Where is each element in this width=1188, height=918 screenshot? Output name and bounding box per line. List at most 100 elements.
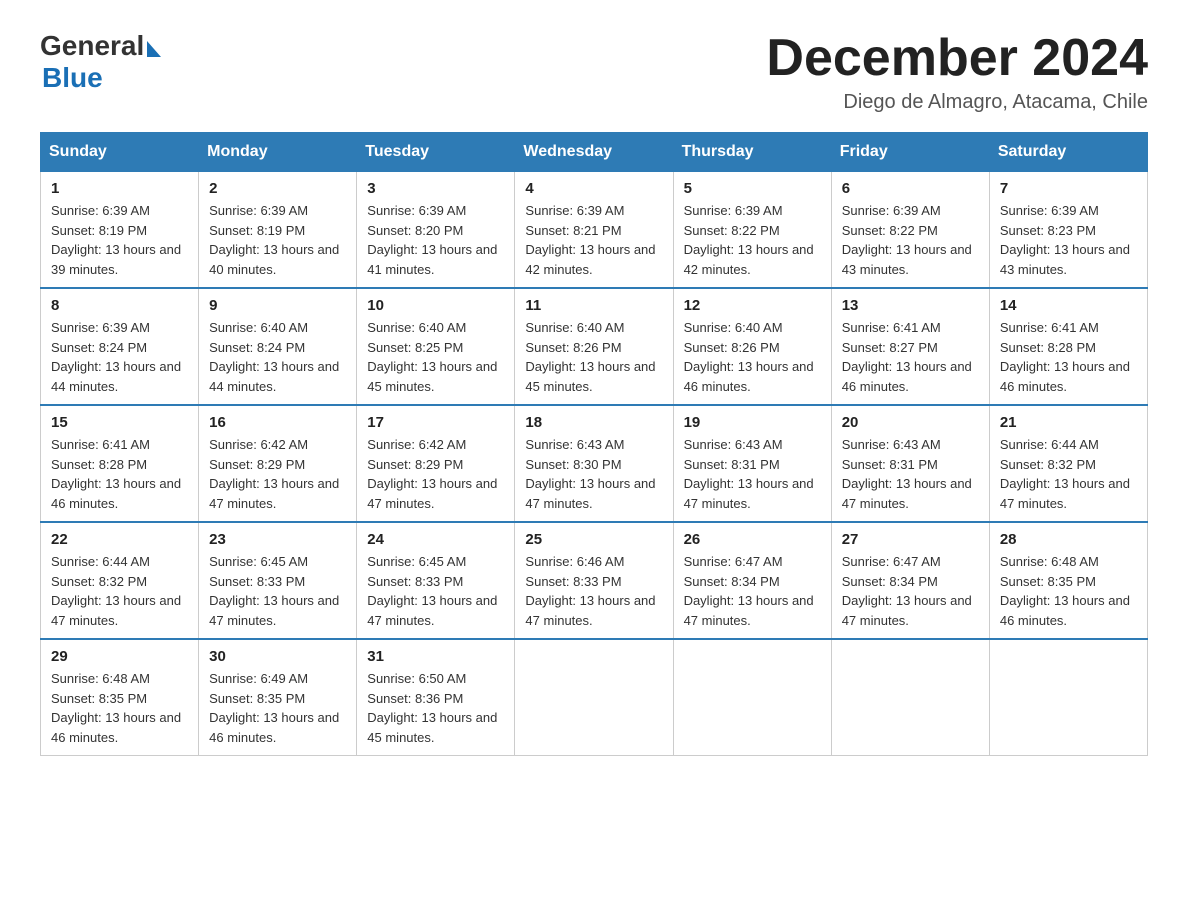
calendar-cell [673,639,831,756]
day-number: 18 [525,414,662,431]
col-header-friday: Friday [831,133,989,172]
calendar-cell: 9 Sunrise: 6:40 AMSunset: 8:24 PMDayligh… [199,288,357,405]
col-header-tuesday: Tuesday [357,133,515,172]
day-info: Sunrise: 6:39 AMSunset: 8:22 PMDaylight:… [684,203,814,277]
day-info: Sunrise: 6:46 AMSunset: 8:33 PMDaylight:… [525,554,655,628]
calendar-cell: 1 Sunrise: 6:39 AMSunset: 8:19 PMDayligh… [41,172,199,289]
day-number: 20 [842,414,979,431]
day-number: 7 [1000,180,1137,197]
col-header-monday: Monday [199,133,357,172]
day-number: 29 [51,648,188,665]
calendar-cell: 31 Sunrise: 6:50 AMSunset: 8:36 PMDaylig… [357,639,515,756]
day-info: Sunrise: 6:44 AMSunset: 8:32 PMDaylight:… [51,554,181,628]
day-number: 4 [525,180,662,197]
calendar-cell: 4 Sunrise: 6:39 AMSunset: 8:21 PMDayligh… [515,172,673,289]
day-info: Sunrise: 6:41 AMSunset: 8:28 PMDaylight:… [1000,320,1130,394]
calendar-cell: 25 Sunrise: 6:46 AMSunset: 8:33 PMDaylig… [515,522,673,639]
calendar-cell: 21 Sunrise: 6:44 AMSunset: 8:32 PMDaylig… [989,405,1147,522]
calendar-cell [831,639,989,756]
day-number: 27 [842,531,979,548]
day-number: 22 [51,531,188,548]
day-info: Sunrise: 6:39 AMSunset: 8:20 PMDaylight:… [367,203,497,277]
calendar-cell: 20 Sunrise: 6:43 AMSunset: 8:31 PMDaylig… [831,405,989,522]
day-number: 6 [842,180,979,197]
day-number: 21 [1000,414,1137,431]
col-header-sunday: Sunday [41,133,199,172]
calendar-cell: 27 Sunrise: 6:47 AMSunset: 8:34 PMDaylig… [831,522,989,639]
logo: General Blue [40,30,161,94]
day-number: 19 [684,414,821,431]
calendar-cell: 17 Sunrise: 6:42 AMSunset: 8:29 PMDaylig… [357,405,515,522]
calendar-week-5: 29 Sunrise: 6:48 AMSunset: 8:35 PMDaylig… [41,639,1148,756]
calendar-week-1: 1 Sunrise: 6:39 AMSunset: 8:19 PMDayligh… [41,172,1148,289]
col-header-saturday: Saturday [989,133,1147,172]
day-number: 3 [367,180,504,197]
day-info: Sunrise: 6:39 AMSunset: 8:24 PMDaylight:… [51,320,181,394]
day-number: 26 [684,531,821,548]
day-info: Sunrise: 6:39 AMSunset: 8:21 PMDaylight:… [525,203,655,277]
day-number: 1 [51,180,188,197]
day-number: 11 [525,297,662,314]
day-info: Sunrise: 6:40 AMSunset: 8:25 PMDaylight:… [367,320,497,394]
logo-arrow-icon [147,41,161,57]
logo-blue-text: Blue [42,62,103,94]
day-number: 8 [51,297,188,314]
calendar-cell: 13 Sunrise: 6:41 AMSunset: 8:27 PMDaylig… [831,288,989,405]
day-info: Sunrise: 6:42 AMSunset: 8:29 PMDaylight:… [367,437,497,511]
calendar-cell [989,639,1147,756]
calendar-table: SundayMondayTuesdayWednesdayThursdayFrid… [40,132,1148,756]
day-number: 13 [842,297,979,314]
calendar-cell: 14 Sunrise: 6:41 AMSunset: 8:28 PMDaylig… [989,288,1147,405]
day-number: 25 [525,531,662,548]
calendar-cell: 24 Sunrise: 6:45 AMSunset: 8:33 PMDaylig… [357,522,515,639]
calendar-cell: 28 Sunrise: 6:48 AMSunset: 8:35 PMDaylig… [989,522,1147,639]
day-number: 15 [51,414,188,431]
day-number: 14 [1000,297,1137,314]
col-header-thursday: Thursday [673,133,831,172]
calendar-cell: 18 Sunrise: 6:43 AMSunset: 8:30 PMDaylig… [515,405,673,522]
day-number: 9 [209,297,346,314]
calendar-week-4: 22 Sunrise: 6:44 AMSunset: 8:32 PMDaylig… [41,522,1148,639]
calendar-cell: 29 Sunrise: 6:48 AMSunset: 8:35 PMDaylig… [41,639,199,756]
day-info: Sunrise: 6:39 AMSunset: 8:22 PMDaylight:… [842,203,972,277]
calendar-cell: 26 Sunrise: 6:47 AMSunset: 8:34 PMDaylig… [673,522,831,639]
calendar-cell: 16 Sunrise: 6:42 AMSunset: 8:29 PMDaylig… [199,405,357,522]
calendar-week-2: 8 Sunrise: 6:39 AMSunset: 8:24 PMDayligh… [41,288,1148,405]
day-info: Sunrise: 6:48 AMSunset: 8:35 PMDaylight:… [1000,554,1130,628]
calendar-cell: 19 Sunrise: 6:43 AMSunset: 8:31 PMDaylig… [673,405,831,522]
day-number: 30 [209,648,346,665]
day-number: 10 [367,297,504,314]
day-info: Sunrise: 6:43 AMSunset: 8:31 PMDaylight:… [684,437,814,511]
calendar-cell: 23 Sunrise: 6:45 AMSunset: 8:33 PMDaylig… [199,522,357,639]
day-number: 24 [367,531,504,548]
day-info: Sunrise: 6:47 AMSunset: 8:34 PMDaylight:… [842,554,972,628]
calendar-cell: 2 Sunrise: 6:39 AMSunset: 8:19 PMDayligh… [199,172,357,289]
calendar-cell: 5 Sunrise: 6:39 AMSunset: 8:22 PMDayligh… [673,172,831,289]
calendar-cell: 10 Sunrise: 6:40 AMSunset: 8:25 PMDaylig… [357,288,515,405]
day-info: Sunrise: 6:49 AMSunset: 8:35 PMDaylight:… [209,671,339,745]
day-info: Sunrise: 6:39 AMSunset: 8:19 PMDaylight:… [51,203,181,277]
calendar-cell [515,639,673,756]
day-info: Sunrise: 6:40 AMSunset: 8:26 PMDaylight:… [684,320,814,394]
day-info: Sunrise: 6:44 AMSunset: 8:32 PMDaylight:… [1000,437,1130,511]
day-info: Sunrise: 6:45 AMSunset: 8:33 PMDaylight:… [367,554,497,628]
calendar-week-3: 15 Sunrise: 6:41 AMSunset: 8:28 PMDaylig… [41,405,1148,522]
day-number: 12 [684,297,821,314]
day-info: Sunrise: 6:41 AMSunset: 8:28 PMDaylight:… [51,437,181,511]
title-section: December 2024 Diego de Almagro, Atacama,… [766,30,1148,114]
calendar-cell: 30 Sunrise: 6:49 AMSunset: 8:35 PMDaylig… [199,639,357,756]
col-header-wednesday: Wednesday [515,133,673,172]
day-number: 28 [1000,531,1137,548]
day-info: Sunrise: 6:43 AMSunset: 8:30 PMDaylight:… [525,437,655,511]
day-info: Sunrise: 6:45 AMSunset: 8:33 PMDaylight:… [209,554,339,628]
day-info: Sunrise: 6:40 AMSunset: 8:24 PMDaylight:… [209,320,339,394]
day-info: Sunrise: 6:48 AMSunset: 8:35 PMDaylight:… [51,671,181,745]
day-info: Sunrise: 6:47 AMSunset: 8:34 PMDaylight:… [684,554,814,628]
day-info: Sunrise: 6:41 AMSunset: 8:27 PMDaylight:… [842,320,972,394]
day-number: 5 [684,180,821,197]
calendar-cell: 3 Sunrise: 6:39 AMSunset: 8:20 PMDayligh… [357,172,515,289]
logo-general-text: General [40,30,144,62]
month-year-title: December 2024 [766,30,1148,87]
calendar-cell: 6 Sunrise: 6:39 AMSunset: 8:22 PMDayligh… [831,172,989,289]
day-number: 17 [367,414,504,431]
